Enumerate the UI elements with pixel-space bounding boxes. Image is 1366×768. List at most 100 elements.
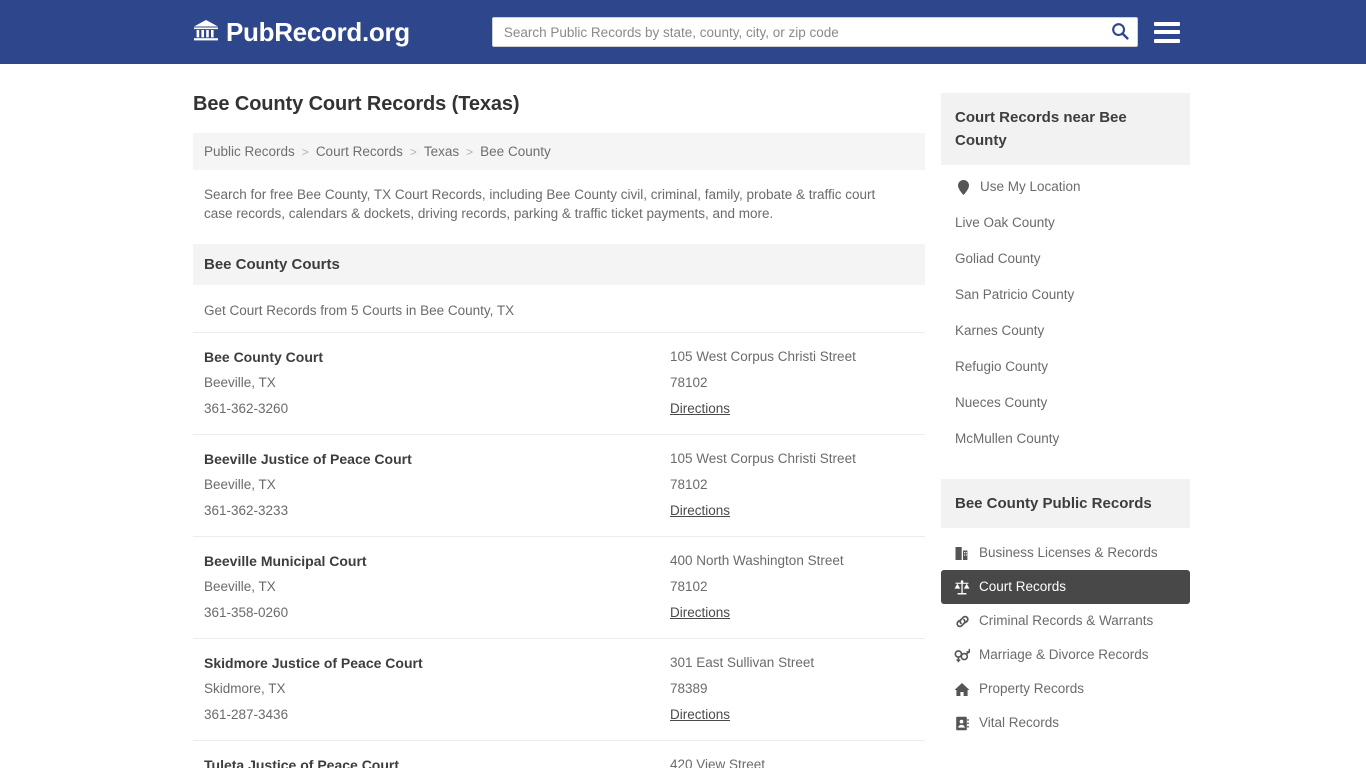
breadcrumb-separator: >: [301, 144, 309, 159]
court-zip: 78102: [670, 375, 708, 390]
court-city-state: Beeville, TX: [204, 477, 276, 492]
court-street: 105 West Corpus Christi Street: [670, 349, 856, 364]
courts-section-subtitle: Get Court Records from 5 Courts in Bee C…: [204, 303, 515, 318]
court-info: Beeville Justice of Peace Court Beeville…: [204, 446, 670, 524]
table-row: Tuleta Justice of Peace Court Beeville, …: [193, 740, 925, 768]
courts-section-title: Bee County Courts: [193, 244, 925, 285]
directions-link[interactable]: Directions: [670, 498, 730, 524]
page-description: Search for free Bee County, TX Court Rec…: [204, 187, 876, 221]
court-info: Bee County Court Beeville, TX 361-362-32…: [204, 344, 670, 422]
court-phone: 361-362-3233: [204, 503, 289, 518]
sidebar-item-criminal-records[interactable]: Criminal Records & Warrants: [941, 604, 1190, 638]
sidebar-item-business-licenses[interactable]: Business Licenses & Records: [941, 536, 1190, 570]
nearby-records-title: Court Records near Bee County: [941, 93, 1190, 165]
sidebar-item-label: Nueces County: [955, 395, 1048, 410]
court-street: 301 East Sullivan Street: [670, 655, 815, 670]
court-city-state: Beeville, TX: [204, 579, 276, 594]
court-street: 400 North Washington Street: [670, 553, 844, 568]
court-name: Skidmore Justice of Peace Court: [204, 655, 423, 671]
court-address-block: 420 View Street 78102 Directions: [670, 752, 914, 768]
table-row: Beeville Municipal Court Beeville, TX 36…: [193, 536, 925, 638]
court-name: Beeville Municipal Court: [204, 553, 367, 569]
nearby-county-list: Use My Location Live Oak County Goliad C…: [941, 165, 1190, 457]
sidebar-item-label: Property Records: [979, 681, 1085, 696]
main-content: Bee County Court Records (Texas) Public …: [193, 64, 933, 768]
sidebar-item-label: Vital Records: [979, 715, 1060, 730]
site-logo[interactable]: PubRecord.org: [193, 18, 410, 47]
public-records-title: Bee County Public Records: [941, 479, 1190, 528]
court-name: Tuleta Justice of Peace Court: [204, 757, 400, 768]
directions-link[interactable]: Directions: [670, 600, 730, 626]
breadcrumb-separator: >: [409, 144, 417, 159]
header-right-group: [491, 17, 1180, 47]
sidebar-item-label: Goliad County: [955, 251, 1041, 266]
court-info: Tuleta Justice of Peace Court Beeville, …: [204, 752, 670, 768]
sidebar-item-property-records[interactable]: Property Records: [941, 672, 1190, 706]
site-logo-text: PubRecord.org: [226, 17, 410, 47]
court-address-block: 400 North Washington Street 78102 Direct…: [670, 548, 914, 626]
breadcrumb-item-public-records[interactable]: Public Records: [204, 144, 295, 159]
directions-link[interactable]: Directions: [670, 396, 730, 422]
sidebar-item-label: Court Records: [979, 579, 1067, 594]
sidebar-item-vital-records[interactable]: Vital Records: [941, 706, 1190, 740]
sidebar-item-use-my-location[interactable]: Use My Location: [941, 169, 1190, 205]
court-name: Beeville Justice of Peace Court: [204, 451, 412, 467]
court-city-state: Beeville, TX: [204, 375, 276, 390]
sidebar-item-label: Marriage & Divorce Records: [979, 647, 1149, 662]
sidebar-item-san-patricio-county[interactable]: San Patricio County: [941, 277, 1190, 313]
sidebar-item-label: Karnes County: [955, 323, 1045, 338]
sidebar-item-live-oak-county[interactable]: Live Oak County: [941, 205, 1190, 241]
sidebar-item-nueces-county[interactable]: Nueces County: [941, 385, 1190, 421]
sidebar-item-refugio-county[interactable]: Refugio County: [941, 349, 1190, 385]
sidebar-item-label: McMullen County: [955, 431, 1060, 446]
court-address-block: 105 West Corpus Christi Street 78102 Dir…: [670, 446, 914, 524]
table-row: Skidmore Justice of Peace Court Skidmore…: [193, 638, 925, 740]
business-building-icon: [954, 545, 970, 561]
address-book-icon: [954, 715, 970, 731]
page-title: Bee County Court Records (Texas): [193, 93, 520, 115]
court-address-block: 301 East Sullivan Street 78389 Direction…: [670, 650, 914, 728]
sidebar-item-label: Live Oak County: [955, 215, 1055, 230]
map-pin-icon: [955, 179, 971, 195]
page-body: Bee County Court Records (Texas) Public …: [0, 64, 1366, 768]
home-icon: [954, 681, 970, 697]
court-zip: 78102: [670, 477, 708, 492]
sidebar-item-marriage-divorce[interactable]: Marriage & Divorce Records: [941, 638, 1190, 672]
court-street: 420 View Street: [670, 757, 766, 768]
court-phone: 361-287-3436: [204, 707, 289, 722]
sidebar-item-label: Use My Location: [980, 179, 1081, 194]
search-bar: [491, 17, 1138, 47]
table-row: Bee County Court Beeville, TX 361-362-32…: [193, 332, 925, 434]
sidebar-item-goliad-county[interactable]: Goliad County: [941, 241, 1190, 277]
sidebar-item-mcmullen-county[interactable]: McMullen County: [941, 421, 1190, 457]
site-header: PubRecord.org: [0, 0, 1366, 64]
search-button[interactable]: [1106, 19, 1134, 45]
public-records-card: Bee County Public Records Business Licen…: [941, 479, 1190, 740]
sidebar-item-label: Criminal Records & Warrants: [979, 613, 1154, 628]
court-city-state: Skidmore, TX: [204, 681, 286, 696]
venus-mars-icon: [954, 647, 970, 663]
court-phone: 361-358-0260: [204, 605, 289, 620]
sidebar-item-label: Refugio County: [955, 359, 1049, 374]
court-name: Bee County Court: [204, 349, 323, 365]
hamburger-menu-icon[interactable]: [1153, 21, 1180, 43]
court-info: Skidmore Justice of Peace Court Skidmore…: [204, 650, 670, 728]
breadcrumb-separator: >: [466, 144, 474, 159]
sidebar-item-karnes-county[interactable]: Karnes County: [941, 313, 1190, 349]
court-info: Beeville Municipal Court Beeville, TX 36…: [204, 548, 670, 626]
table-row: Beeville Justice of Peace Court Beeville…: [193, 434, 925, 536]
court-phone: 361-362-3260: [204, 401, 289, 416]
search-input[interactable]: [491, 17, 1138, 47]
court-street: 105 West Corpus Christi Street: [670, 451, 856, 466]
breadcrumb-item-court-records[interactable]: Court Records: [316, 144, 403, 159]
breadcrumb-item-bee-county[interactable]: Bee County: [480, 144, 551, 159]
search-icon: [1111, 22, 1129, 43]
sidebar-item-court-records[interactable]: Court Records: [941, 570, 1190, 604]
scales-of-justice-icon: [954, 579, 970, 595]
chain-link-icon: [954, 613, 970, 629]
court-zip: 78389: [670, 681, 708, 696]
directions-link[interactable]: Directions: [670, 702, 730, 728]
court-address-block: 105 West Corpus Christi Street 78102 Dir…: [670, 344, 914, 422]
bank-building-icon: [193, 18, 219, 47]
breadcrumb-item-texas[interactable]: Texas: [424, 144, 459, 159]
